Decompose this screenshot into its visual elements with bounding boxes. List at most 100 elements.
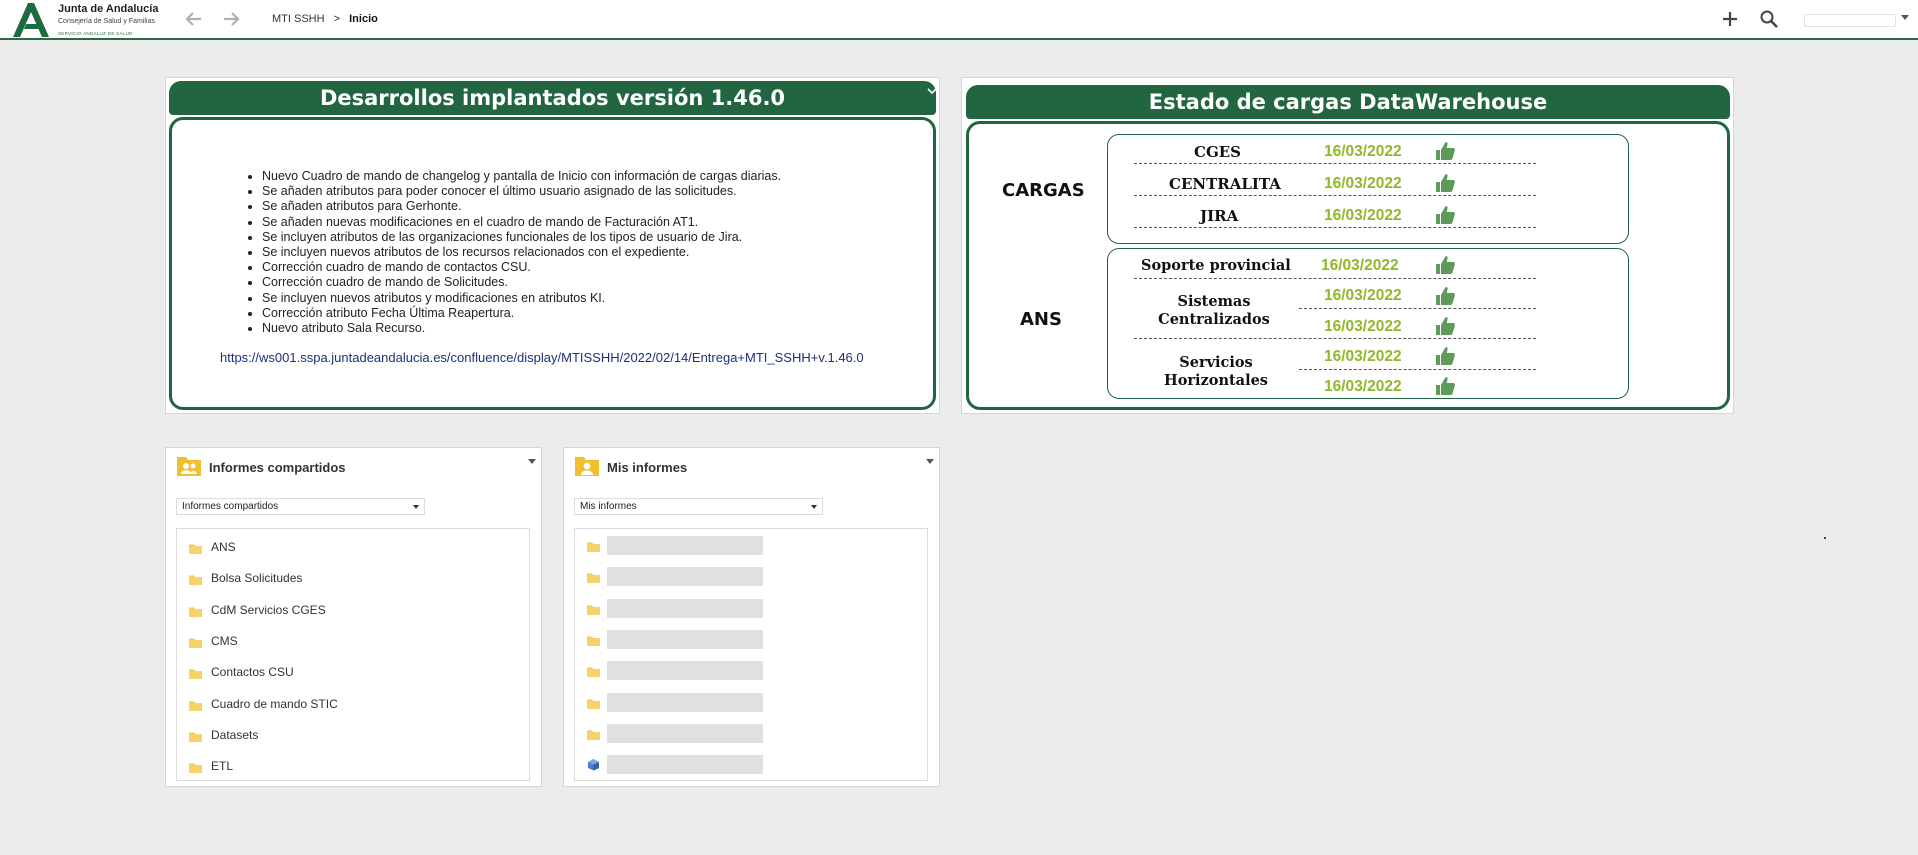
row-divider: [1134, 227, 1536, 228]
my-report-item[interactable]: [587, 692, 887, 712]
development-item: Nuevo atributo Sala Recurso.: [262, 321, 781, 336]
report-folder-label: Datasets: [211, 727, 259, 742]
ans-date: 16/03/2022: [1324, 318, 1402, 335]
cargas-name: CENTRALITA: [1169, 175, 1281, 193]
cargas-name: CGES: [1194, 143, 1242, 161]
developments-title-banner: Desarrollos implantados versión 1.46.0: [169, 81, 936, 115]
search-icon[interactable]: [1759, 9, 1779, 29]
row-divider: [1134, 278, 1536, 279]
my-report-item[interactable]: [587, 598, 887, 618]
breadcrumb-current: Inicio: [349, 13, 378, 25]
shared-reports-header: Informes compartidos: [166, 448, 541, 484]
shared-folder-icon: [176, 454, 202, 478]
row-divider: [1134, 338, 1536, 339]
junta-a-logo-icon: [13, 3, 49, 37]
my-report-item[interactable]: [587, 629, 887, 649]
development-item: Nuevo Cuadro de mando de changelog y pan…: [262, 169, 781, 184]
cargas-date: 16/03/2022: [1324, 207, 1402, 224]
my-report-item[interactable]: [587, 661, 887, 681]
breadcrumb-separator: >: [333, 13, 341, 25]
cargas-date: 16/03/2022: [1324, 143, 1402, 160]
confluence-release-link[interactable]: https://ws001.sspa.juntadeandalucia.es/c…: [220, 350, 864, 365]
folder-icon: [189, 760, 202, 774]
redacted-report-name: [607, 567, 763, 587]
datawarehouse-panel: Estado de cargas DataWarehouse CARGAS AN…: [961, 77, 1734, 414]
user-folder-icon: [574, 454, 600, 478]
my-reports-panel: Mis informes Mis informes: [563, 447, 940, 787]
ans-date: 16/03/2022: [1324, 287, 1402, 304]
folder-icon: [587, 696, 600, 709]
thumbs-up-icon: [1434, 172, 1456, 194]
ans-name: Soporte provincial: [1141, 257, 1291, 274]
folder-icon: [189, 572, 202, 586]
report-folder-label: Bolsa Solicitudes: [211, 571, 303, 586]
folder-icon: [189, 635, 202, 648]
user-menu-caret-icon[interactable]: [1901, 15, 1909, 20]
logo-subtitle-sas: SERVICIO ANDALUZ DE SALUD: [58, 31, 133, 36]
thumbs-up-icon: [1434, 345, 1456, 367]
report-folder-item[interactable]: ETL: [189, 757, 489, 775]
junta-logo[interactable]: Junta de Andalucía Consejería de Salud y…: [12, 2, 162, 38]
my-reports-select[interactable]: Mis informes: [574, 498, 823, 515]
my-report-item[interactable]: [587, 567, 887, 587]
report-folder-item[interactable]: Bolsa Solicitudes: [189, 569, 489, 587]
folder-icon: [587, 602, 600, 615]
shared-reports-panel: Informes compartidos Informes compartido…: [165, 447, 542, 787]
report-folder-item[interactable]: ANS: [189, 538, 489, 556]
report-folder-item[interactable]: CMS: [189, 632, 489, 650]
folder-icon: [189, 666, 202, 680]
forward-arrow-icon[interactable]: [221, 9, 241, 29]
development-item: Corrección atributo Fecha Última Reapert…: [262, 306, 781, 321]
logo-title: Junta de Andalucía: [58, 3, 159, 15]
report-folder-item[interactable]: Contactos CSU: [189, 663, 489, 681]
folder-icon: [587, 633, 600, 646]
my-report-item[interactable]: [587, 723, 887, 743]
redacted-report-name: [607, 723, 763, 743]
report-folder-label: ETL: [211, 759, 234, 774]
my-reports-menu-caret-icon[interactable]: [926, 459, 934, 464]
top-bar: Junta de Andalucía Consejería de Salud y…: [0, 0, 1918, 40]
shared-reports-list: ANS Bolsa Solicitudes CdM Servicios CGES CM…: [176, 528, 530, 781]
dwh-content-box: CARGAS ANS CGES 16/03/2022 CENTRALITA 16…: [966, 121, 1730, 410]
my-reports-list: [574, 528, 928, 781]
my-reports-header: Mis informes: [564, 448, 939, 484]
folder-icon: [189, 729, 202, 742]
report-folder-item[interactable]: CdM Servicios CGES: [189, 601, 489, 619]
add-plus-icon[interactable]: [1720, 9, 1740, 29]
my-report-item[interactable]: [587, 755, 887, 775]
folder-icon: [587, 664, 600, 678]
my-report-item[interactable]: [587, 536, 887, 555]
developments-title: Desarrollos implantados versión 1.46.0: [319, 86, 786, 110]
logo-subtitle: Consejería de Salud y Familias: [58, 18, 155, 25]
shared-reports-select[interactable]: Informes compartidos: [176, 498, 425, 515]
dwh-title: Estado de cargas DataWarehouse: [1148, 90, 1548, 114]
thumbs-up-icon: [1434, 375, 1456, 397]
developments-panel: Desarrollos implantados versión 1.46.0 N…: [165, 77, 940, 414]
developments-collapse-icon[interactable]: [927, 87, 937, 95]
breadcrumb-root[interactable]: MTI SSHH: [272, 13, 325, 25]
development-item: Se incluyen nuevos atributos y modificac…: [262, 291, 781, 306]
redacted-report-name: [607, 661, 763, 681]
report-folder-item[interactable]: Cuadro de mando STIC: [189, 695, 489, 713]
developments-content-box: Nuevo Cuadro de mando de changelog y pan…: [169, 117, 936, 410]
report-folder-item[interactable]: Datasets: [189, 726, 489, 744]
select-caret-icon: [811, 505, 817, 509]
folder-icon: [189, 541, 202, 554]
redacted-report-name: [607, 536, 763, 555]
row-divider: [1299, 308, 1536, 309]
shared-reports-select-value: Informes compartidos: [182, 501, 279, 512]
cargas-date: 16/03/2022: [1324, 175, 1402, 192]
ans-name: Sistemas Centralizados: [1158, 293, 1270, 328]
user-name-field[interactable]: [1804, 14, 1896, 27]
development-item: Se incluyen atributos de las organizacio…: [262, 230, 781, 245]
row-divider: [1134, 163, 1536, 164]
shared-reports-menu-caret-icon[interactable]: [528, 459, 536, 464]
select-caret-icon: [413, 505, 419, 509]
ans-date: 16/03/2022: [1324, 348, 1402, 365]
folder-icon: [189, 698, 202, 711]
redacted-report-name: [607, 755, 763, 775]
back-arrow-icon[interactable]: [184, 9, 204, 29]
report-folder-label: CdM Servicios CGES: [211, 602, 326, 617]
redacted-report-name: [607, 629, 763, 649]
report-folder-label: CMS: [211, 633, 238, 648]
